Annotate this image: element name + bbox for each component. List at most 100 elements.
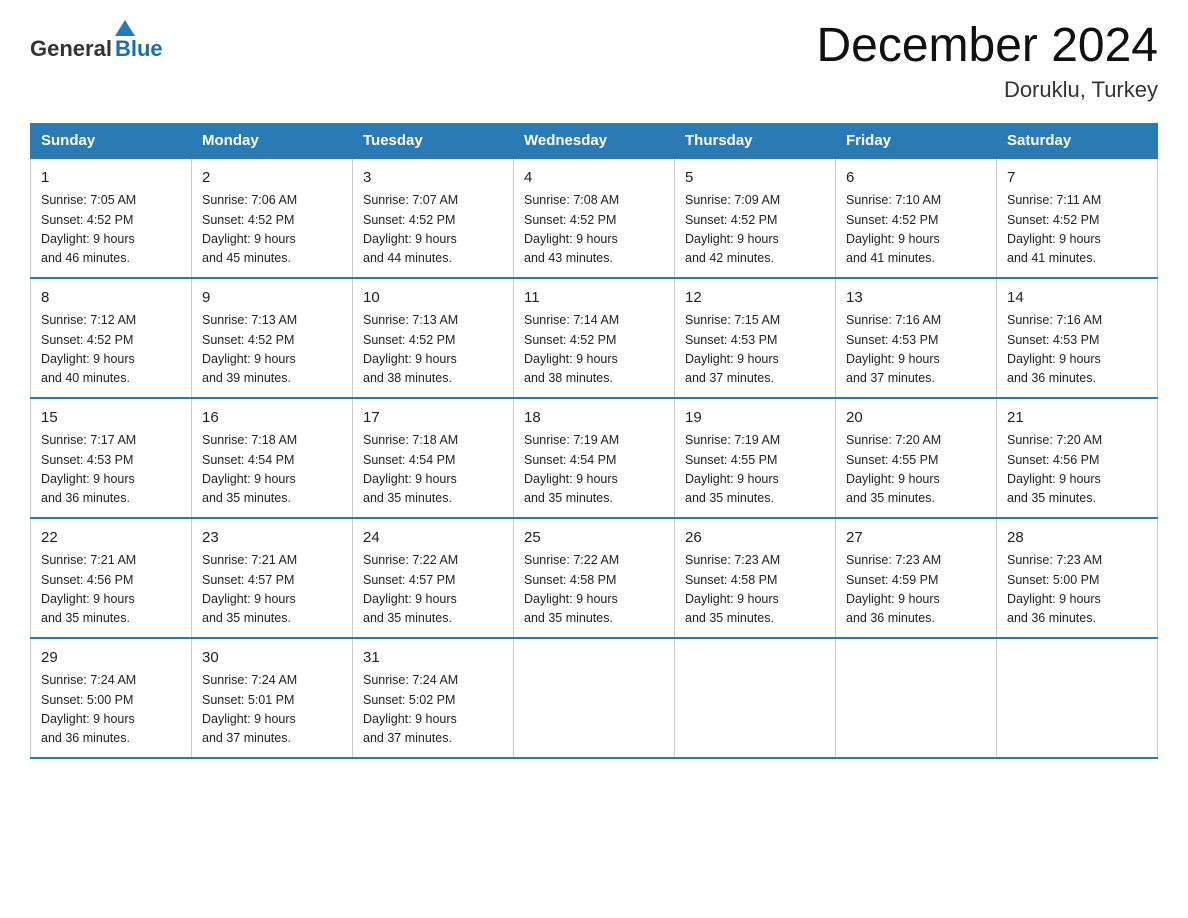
- calendar-cell: 17 Sunrise: 7:18 AM Sunset: 4:54 PM Dayl…: [353, 398, 514, 518]
- calendar-cell: 4 Sunrise: 7:08 AM Sunset: 4:52 PM Dayli…: [514, 158, 675, 278]
- title-area: December 2024 Doruklu, Turkey: [816, 20, 1158, 103]
- location-subtitle: Doruklu, Turkey: [816, 77, 1158, 103]
- day-info: Sunrise: 7:05 AM Sunset: 4:52 PM Dayligh…: [41, 191, 181, 269]
- calendar-cell: 2 Sunrise: 7:06 AM Sunset: 4:52 PM Dayli…: [192, 158, 353, 278]
- calendar-cell: 10 Sunrise: 7:13 AM Sunset: 4:52 PM Dayl…: [353, 278, 514, 398]
- day-number: 12: [685, 287, 825, 310]
- calendar-cell: 30 Sunrise: 7:24 AM Sunset: 5:01 PM Dayl…: [192, 638, 353, 758]
- day-info: Sunrise: 7:07 AM Sunset: 4:52 PM Dayligh…: [363, 191, 503, 269]
- day-number: 13: [846, 287, 986, 310]
- day-info: Sunrise: 7:23 AM Sunset: 4:59 PM Dayligh…: [846, 551, 986, 629]
- col-header-tuesday: Tuesday: [353, 123, 514, 158]
- calendar-cell: 8 Sunrise: 7:12 AM Sunset: 4:52 PM Dayli…: [31, 278, 192, 398]
- day-number: 17: [363, 407, 503, 430]
- day-number: 25: [524, 527, 664, 550]
- calendar-cell: [675, 638, 836, 758]
- calendar-cell: 22 Sunrise: 7:21 AM Sunset: 4:56 PM Dayl…: [31, 518, 192, 638]
- day-number: 9: [202, 287, 342, 310]
- calendar-cell: 29 Sunrise: 7:24 AM Sunset: 5:00 PM Dayl…: [31, 638, 192, 758]
- logo-general-text: General: [30, 36, 112, 62]
- calendar-cell: 31 Sunrise: 7:24 AM Sunset: 5:02 PM Dayl…: [353, 638, 514, 758]
- calendar-cell: 6 Sunrise: 7:10 AM Sunset: 4:52 PM Dayli…: [836, 158, 997, 278]
- calendar-cell: 27 Sunrise: 7:23 AM Sunset: 4:59 PM Dayl…: [836, 518, 997, 638]
- day-number: 29: [41, 647, 181, 670]
- calendar-cell: [514, 638, 675, 758]
- week-row-2: 8 Sunrise: 7:12 AM Sunset: 4:52 PM Dayli…: [31, 278, 1158, 398]
- day-info: Sunrise: 7:23 AM Sunset: 5:00 PM Dayligh…: [1007, 551, 1147, 629]
- day-info: Sunrise: 7:08 AM Sunset: 4:52 PM Dayligh…: [524, 191, 664, 269]
- day-number: 20: [846, 407, 986, 430]
- calendar-cell: 14 Sunrise: 7:16 AM Sunset: 4:53 PM Dayl…: [997, 278, 1158, 398]
- day-number: 2: [202, 167, 342, 190]
- day-info: Sunrise: 7:22 AM Sunset: 4:58 PM Dayligh…: [524, 551, 664, 629]
- calendar-cell: 26 Sunrise: 7:23 AM Sunset: 4:58 PM Dayl…: [675, 518, 836, 638]
- day-info: Sunrise: 7:13 AM Sunset: 4:52 PM Dayligh…: [363, 311, 503, 389]
- day-info: Sunrise: 7:24 AM Sunset: 5:02 PM Dayligh…: [363, 671, 503, 749]
- page-header: General Blue December 2024 Doruklu, Turk…: [30, 20, 1158, 103]
- logo-blue-text: Blue: [115, 36, 163, 62]
- day-info: Sunrise: 7:06 AM Sunset: 4:52 PM Dayligh…: [202, 191, 342, 269]
- day-number: 28: [1007, 527, 1147, 550]
- day-info: Sunrise: 7:09 AM Sunset: 4:52 PM Dayligh…: [685, 191, 825, 269]
- day-info: Sunrise: 7:24 AM Sunset: 5:01 PM Dayligh…: [202, 671, 342, 749]
- calendar-cell: 24 Sunrise: 7:22 AM Sunset: 4:57 PM Dayl…: [353, 518, 514, 638]
- day-number: 16: [202, 407, 342, 430]
- col-header-sunday: Sunday: [31, 123, 192, 158]
- calendar-cell: 23 Sunrise: 7:21 AM Sunset: 4:57 PM Dayl…: [192, 518, 353, 638]
- week-row-1: 1 Sunrise: 7:05 AM Sunset: 4:52 PM Dayli…: [31, 158, 1158, 278]
- day-number: 26: [685, 527, 825, 550]
- calendar-cell: 11 Sunrise: 7:14 AM Sunset: 4:52 PM Dayl…: [514, 278, 675, 398]
- col-header-wednesday: Wednesday: [514, 123, 675, 158]
- day-number: 4: [524, 167, 664, 190]
- day-info: Sunrise: 7:19 AM Sunset: 4:54 PM Dayligh…: [524, 431, 664, 509]
- day-info: Sunrise: 7:10 AM Sunset: 4:52 PM Dayligh…: [846, 191, 986, 269]
- day-info: Sunrise: 7:20 AM Sunset: 4:55 PM Dayligh…: [846, 431, 986, 509]
- day-info: Sunrise: 7:17 AM Sunset: 4:53 PM Dayligh…: [41, 431, 181, 509]
- calendar-cell: 5 Sunrise: 7:09 AM Sunset: 4:52 PM Dayli…: [675, 158, 836, 278]
- day-number: 11: [524, 287, 664, 310]
- calendar-cell: 12 Sunrise: 7:15 AM Sunset: 4:53 PM Dayl…: [675, 278, 836, 398]
- day-info: Sunrise: 7:19 AM Sunset: 4:55 PM Dayligh…: [685, 431, 825, 509]
- col-header-thursday: Thursday: [675, 123, 836, 158]
- day-info: Sunrise: 7:13 AM Sunset: 4:52 PM Dayligh…: [202, 311, 342, 389]
- day-number: 6: [846, 167, 986, 190]
- calendar-cell: 20 Sunrise: 7:20 AM Sunset: 4:55 PM Dayl…: [836, 398, 997, 518]
- day-info: Sunrise: 7:16 AM Sunset: 4:53 PM Dayligh…: [846, 311, 986, 389]
- day-info: Sunrise: 7:20 AM Sunset: 4:56 PM Dayligh…: [1007, 431, 1147, 509]
- calendar-cell: 13 Sunrise: 7:16 AM Sunset: 4:53 PM Dayl…: [836, 278, 997, 398]
- day-number: 15: [41, 407, 181, 430]
- day-number: 10: [363, 287, 503, 310]
- day-number: 3: [363, 167, 503, 190]
- day-number: 5: [685, 167, 825, 190]
- calendar-header-row: SundayMondayTuesdayWednesdayThursdayFrid…: [31, 123, 1158, 158]
- day-number: 23: [202, 527, 342, 550]
- calendar-cell: 28 Sunrise: 7:23 AM Sunset: 5:00 PM Dayl…: [997, 518, 1158, 638]
- calendar-cell: 19 Sunrise: 7:19 AM Sunset: 4:55 PM Dayl…: [675, 398, 836, 518]
- day-number: 21: [1007, 407, 1147, 430]
- day-info: Sunrise: 7:16 AM Sunset: 4:53 PM Dayligh…: [1007, 311, 1147, 389]
- week-row-3: 15 Sunrise: 7:17 AM Sunset: 4:53 PM Dayl…: [31, 398, 1158, 518]
- col-header-monday: Monday: [192, 123, 353, 158]
- logo-wordmark: General Blue: [30, 20, 163, 62]
- col-header-saturday: Saturday: [997, 123, 1158, 158]
- day-info: Sunrise: 7:18 AM Sunset: 4:54 PM Dayligh…: [363, 431, 503, 509]
- day-number: 31: [363, 647, 503, 670]
- col-header-friday: Friday: [836, 123, 997, 158]
- day-info: Sunrise: 7:12 AM Sunset: 4:52 PM Dayligh…: [41, 311, 181, 389]
- day-info: Sunrise: 7:14 AM Sunset: 4:52 PM Dayligh…: [524, 311, 664, 389]
- month-year-title: December 2024: [816, 20, 1158, 73]
- calendar-cell: 16 Sunrise: 7:18 AM Sunset: 4:54 PM Dayl…: [192, 398, 353, 518]
- calendar-cell: 1 Sunrise: 7:05 AM Sunset: 4:52 PM Dayli…: [31, 158, 192, 278]
- day-number: 14: [1007, 287, 1147, 310]
- day-info: Sunrise: 7:21 AM Sunset: 4:56 PM Dayligh…: [41, 551, 181, 629]
- calendar-cell: 7 Sunrise: 7:11 AM Sunset: 4:52 PM Dayli…: [997, 158, 1158, 278]
- day-info: Sunrise: 7:18 AM Sunset: 4:54 PM Dayligh…: [202, 431, 342, 509]
- logo: General Blue: [30, 20, 163, 62]
- day-number: 7: [1007, 167, 1147, 190]
- calendar-cell: 21 Sunrise: 7:20 AM Sunset: 4:56 PM Dayl…: [997, 398, 1158, 518]
- day-number: 30: [202, 647, 342, 670]
- day-info: Sunrise: 7:23 AM Sunset: 4:58 PM Dayligh…: [685, 551, 825, 629]
- day-info: Sunrise: 7:24 AM Sunset: 5:00 PM Dayligh…: [41, 671, 181, 749]
- day-number: 8: [41, 287, 181, 310]
- calendar-table: SundayMondayTuesdayWednesdayThursdayFrid…: [30, 123, 1158, 759]
